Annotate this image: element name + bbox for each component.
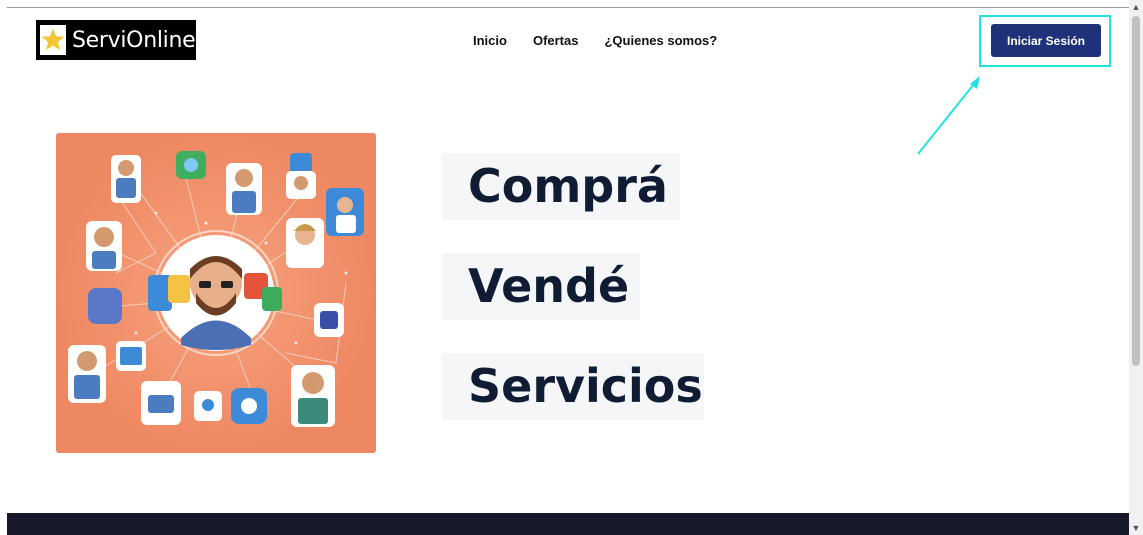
hero-illustration [56,133,376,453]
scroll-up-icon[interactable]: ▲ [1129,0,1143,14]
footer [7,513,1129,535]
hero-word-vende: Vendé [442,253,640,320]
nav-ofertas[interactable]: Ofertas [533,33,579,48]
logo[interactable]: ServiOnline! [36,20,204,60]
main-nav: Inicio Ofertas ¿Quienes somos? [473,33,717,48]
nav-quienes-somos[interactable]: ¿Quienes somos? [604,33,717,48]
top-divider [7,7,1129,8]
scroll-thumb[interactable] [1132,16,1140,366]
hero-word-compra: Comprá [442,153,680,220]
star-icon [40,25,66,55]
nav-inicio[interactable]: Inicio [473,33,507,48]
page: ServiOnline! Inicio Ofertas ¿Quienes som… [0,0,1143,535]
logo-text: ServiOnline! [72,27,204,53]
scrollbar[interactable]: ▲ ▼ [1129,0,1143,535]
login-button[interactable]: Iniciar Sesión [991,24,1101,57]
annotation-arrow-icon [917,76,980,155]
hero-word-servicios: Servicios [442,353,704,420]
scroll-down-icon[interactable]: ▼ [1129,521,1143,535]
